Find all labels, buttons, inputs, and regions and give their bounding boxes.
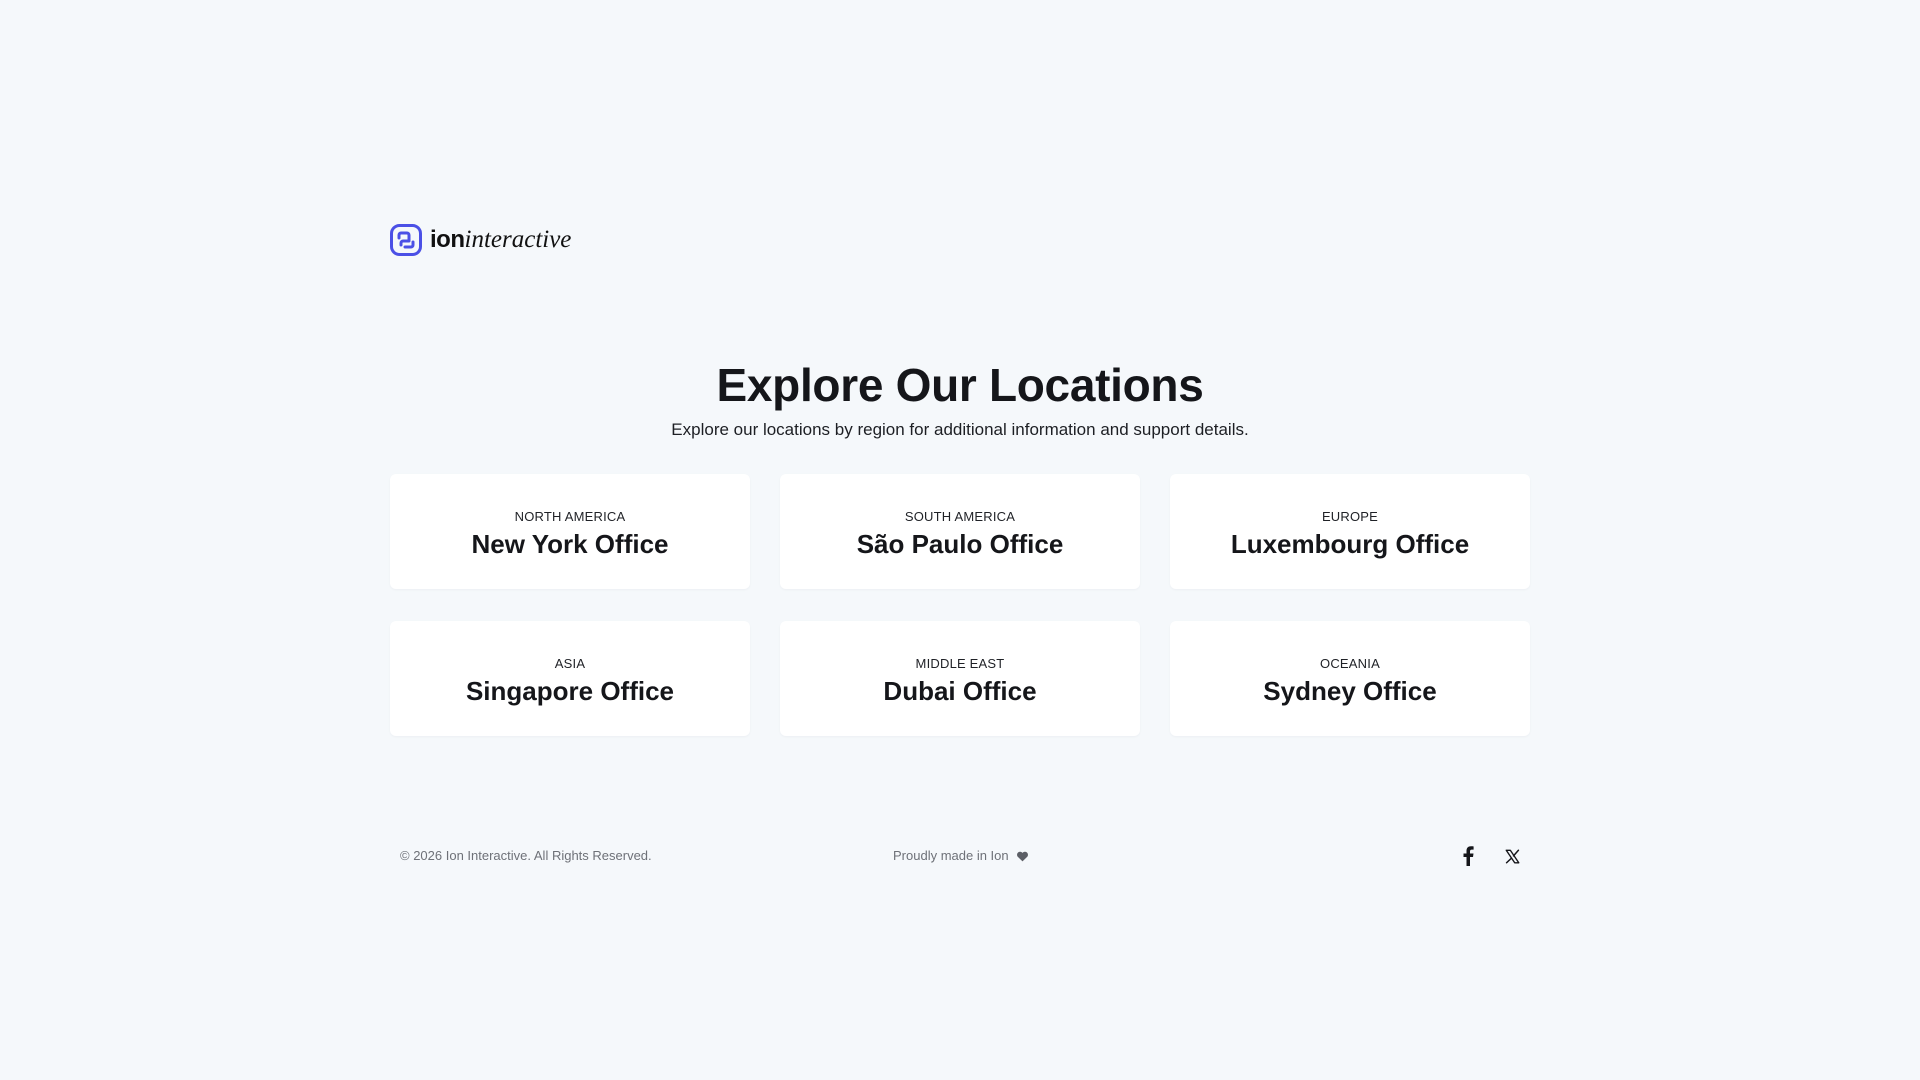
- x-twitter-link[interactable]: [1500, 840, 1524, 872]
- location-office-name: Singapore Office: [465, 676, 675, 706]
- location-office-name: Luxembourg Office: [1230, 529, 1470, 559]
- location-card-sao-paulo[interactable]: SOUTH AMERICA São Paulo Office: [780, 474, 1140, 589]
- location-office-name: New York Office: [471, 529, 669, 559]
- location-office-name: Dubai Office: [883, 676, 1037, 706]
- made-in-text: Proudly made in Ion: [893, 848, 1009, 863]
- heart-icon: [1016, 851, 1028, 862]
- copyright-text: © 2026 Ion Interactive. All Rights Reser…: [400, 848, 652, 863]
- location-region: NORTH AMERICA: [514, 509, 626, 524]
- brand-logo[interactable]: ioninteractive: [390, 222, 571, 258]
- location-office-name: São Paulo Office: [856, 529, 1064, 559]
- location-region: ASIA: [554, 656, 586, 671]
- page-container: ioninteractive Explore Our Locations Exp…: [390, 0, 1530, 1080]
- location-card-sydney[interactable]: OCEANIA Sydney Office: [1170, 621, 1530, 736]
- x-twitter-icon: [1505, 849, 1519, 863]
- page-title: Explore Our Locations: [716, 359, 1204, 411]
- locations-grid: NORTH AMERICA New York Office SOUTH AMER…: [390, 474, 1530, 736]
- facebook-icon: [1463, 846, 1474, 866]
- facebook-link[interactable]: [1456, 840, 1480, 872]
- location-card-dubai[interactable]: MIDDLE EAST Dubai Office: [780, 621, 1140, 736]
- brand-name-italic: interactive: [464, 226, 572, 253]
- location-card-luxembourg[interactable]: EUROPE Luxembourg Office: [1170, 474, 1530, 589]
- page-subtitle: Explore our locations by region for addi…: [671, 420, 1249, 439]
- made-in-note: Proudly made in Ion: [893, 848, 1029, 864]
- ion-logo-icon: [390, 224, 422, 256]
- location-region: SOUTH AMERICA: [904, 509, 1016, 524]
- location-region: OCEANIA: [1320, 656, 1380, 671]
- location-region: EUROPE: [1321, 509, 1379, 524]
- location-region: MIDDLE EAST: [915, 656, 1005, 671]
- location-office-name: Sydney Office: [1263, 676, 1437, 706]
- social-links: [1456, 840, 1524, 872]
- brand-name-bold: ion: [430, 226, 465, 253]
- brand-wordmark: ioninteractive: [430, 224, 571, 256]
- page-footer: © 2026 Ion Interactive. All Rights Reser…: [390, 840, 1530, 890]
- location-card-singapore[interactable]: ASIA Singapore Office: [390, 621, 750, 736]
- location-card-new-york[interactable]: NORTH AMERICA New York Office: [390, 474, 750, 589]
